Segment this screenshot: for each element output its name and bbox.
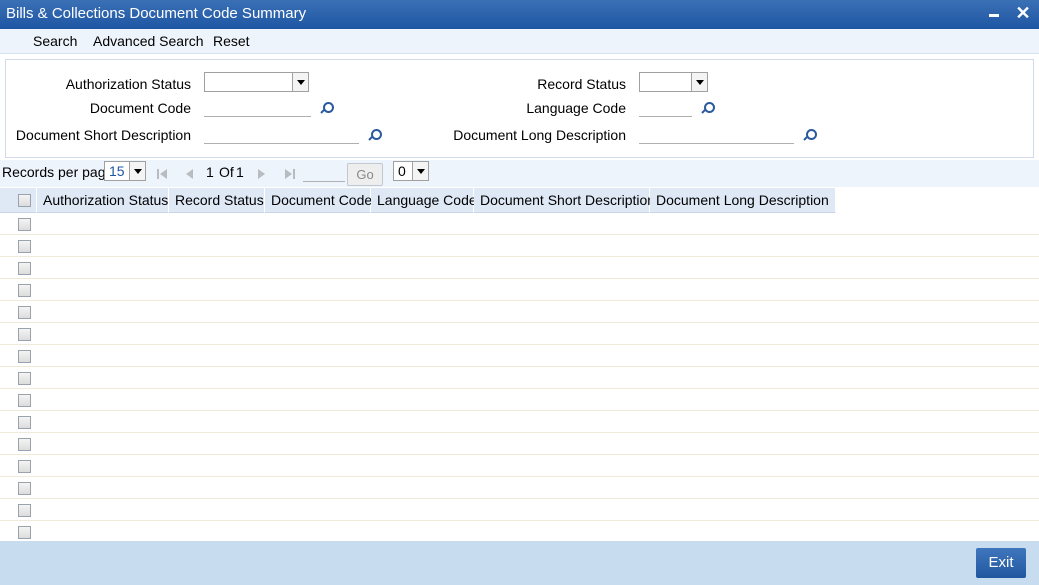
column-document-long-description[interactable]: Document Long Description xyxy=(650,188,836,213)
current-page: 1 xyxy=(206,164,214,180)
page-selector-select[interactable]: 0 xyxy=(393,161,429,181)
title-bar: Bills & Collections Document Code Summar… xyxy=(0,0,1039,29)
row-checkbox[interactable] xyxy=(18,438,31,451)
results-grid-body xyxy=(0,213,1039,543)
row-checkbox[interactable] xyxy=(18,394,31,407)
results-grid-header: Authorization Status Record Status Docum… xyxy=(0,188,836,213)
chevron-down-icon xyxy=(691,73,707,91)
document-long-description-label: Document Long Description xyxy=(453,127,626,143)
row-checkbox[interactable] xyxy=(18,240,31,253)
authorization-status-select[interactable] xyxy=(204,72,309,92)
total-pages: 1 xyxy=(236,164,244,180)
table-row[interactable] xyxy=(0,455,1039,477)
search-icon[interactable] xyxy=(701,102,715,116)
minimize-icon[interactable] xyxy=(985,4,1003,24)
table-row[interactable] xyxy=(0,257,1039,279)
table-row[interactable] xyxy=(0,323,1039,345)
exit-button[interactable]: Exit xyxy=(976,548,1026,578)
row-checkbox[interactable] xyxy=(18,306,31,319)
window-title: Bills & Collections Document Code Summar… xyxy=(6,5,307,22)
chevron-down-icon xyxy=(412,162,428,180)
search-button[interactable]: Search xyxy=(33,33,77,49)
chevron-down-icon xyxy=(129,162,145,180)
search-icon[interactable] xyxy=(320,102,334,116)
chevron-down-icon xyxy=(292,73,308,91)
column-document-code[interactable]: Document Code xyxy=(265,188,372,213)
table-row[interactable] xyxy=(0,279,1039,301)
first-page-icon[interactable] xyxy=(157,169,167,179)
select-all-cell xyxy=(0,188,37,213)
table-row[interactable] xyxy=(0,367,1039,389)
page-number-input[interactable] xyxy=(303,164,345,182)
table-row[interactable] xyxy=(0,389,1039,411)
next-page-icon[interactable] xyxy=(256,169,266,179)
row-checkbox[interactable] xyxy=(18,284,31,297)
row-checkbox[interactable] xyxy=(18,416,31,429)
column-authorization-status[interactable]: Authorization Status xyxy=(37,188,169,213)
row-checkbox[interactable] xyxy=(18,262,31,275)
table-row[interactable] xyxy=(0,433,1039,455)
table-row[interactable] xyxy=(0,477,1039,499)
page-selector-value: 0 xyxy=(398,163,406,179)
row-checkbox[interactable] xyxy=(18,482,31,495)
last-page-icon[interactable] xyxy=(285,169,295,179)
records-per-page-value: 15 xyxy=(109,163,125,179)
column-language-code[interactable]: Language Code xyxy=(371,188,477,213)
column-document-short-description[interactable]: Document Short Description xyxy=(474,188,655,213)
column-record-status[interactable]: Record Status xyxy=(169,188,265,213)
language-code-label: Language Code xyxy=(526,100,626,116)
records-per-page-select[interactable]: 15 xyxy=(104,161,146,181)
footer-bar xyxy=(0,541,1039,585)
reset-button[interactable]: Reset xyxy=(213,33,250,49)
row-checkbox[interactable] xyxy=(18,526,31,539)
table-row[interactable] xyxy=(0,499,1039,521)
row-checkbox[interactable] xyxy=(18,350,31,363)
of-label: Of xyxy=(219,164,234,180)
row-checkbox[interactable] xyxy=(18,460,31,473)
record-status-label: Record Status xyxy=(537,76,626,92)
row-checkbox[interactable] xyxy=(18,504,31,517)
table-row[interactable] xyxy=(0,345,1039,367)
toolbar: Search Advanced Search Reset xyxy=(0,29,1039,54)
document-code-input[interactable] xyxy=(204,97,311,117)
row-checkbox[interactable] xyxy=(18,218,31,231)
table-row[interactable] xyxy=(0,235,1039,257)
table-row[interactable] xyxy=(0,213,1039,235)
search-icon[interactable] xyxy=(368,129,382,143)
document-short-description-label: Document Short Description xyxy=(15,127,191,143)
language-code-input[interactable] xyxy=(639,97,692,117)
advanced-search-button[interactable]: Advanced Search xyxy=(93,33,204,49)
pagination-bar: Records per page 1 Of 1 xyxy=(0,160,1039,187)
close-icon[interactable]: ✕ xyxy=(1014,3,1032,23)
row-checkbox[interactable] xyxy=(18,328,31,341)
records-per-page-label: Records per page xyxy=(2,164,114,180)
search-icon[interactable] xyxy=(803,129,817,143)
document-code-label: Document Code xyxy=(89,100,191,116)
table-row[interactable] xyxy=(0,521,1039,543)
previous-page-icon[interactable] xyxy=(184,169,194,179)
authorization-status-label: Authorization Status xyxy=(65,76,191,92)
document-short-description-input[interactable] xyxy=(204,124,359,144)
table-row[interactable] xyxy=(0,411,1039,433)
record-status-select[interactable] xyxy=(639,72,708,92)
document-long-description-input[interactable] xyxy=(639,124,794,144)
select-all-checkbox[interactable] xyxy=(18,194,31,207)
table-row[interactable] xyxy=(0,301,1039,323)
go-button[interactable]: Go xyxy=(347,163,383,186)
row-checkbox[interactable] xyxy=(18,372,31,385)
